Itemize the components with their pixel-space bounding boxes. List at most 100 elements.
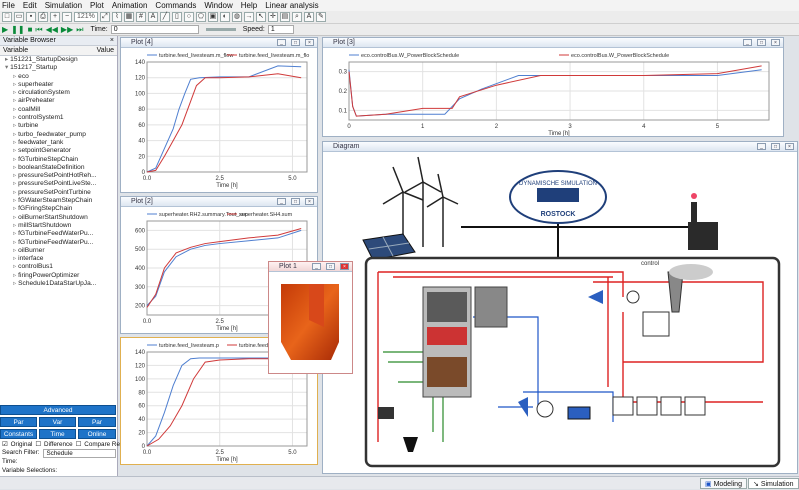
tree-item[interactable]: ▹ oilBurnerStartShutdown <box>0 214 117 222</box>
menu-item[interactable]: Linear analysis <box>265 1 318 10</box>
diagram-window[interactable]: Diagram _ □ × DYNAMISCHE SIMULATION ROSTOC… <box>322 141 798 474</box>
tree-item[interactable]: ▹ pressureSetPointTurbine <box>0 189 117 197</box>
tree-item[interactable]: ▹ controlSystem1 <box>0 114 117 122</box>
compare-checkbox[interactable]: ☐ <box>76 441 82 448</box>
tree-item[interactable]: ▹ Schedule1DataStarUpJa... <box>0 280 117 288</box>
tree-item[interactable]: ▹ fGTurbineStepChain <box>0 156 117 164</box>
line-icon[interactable]: ╱ <box>159 12 170 22</box>
tree-item[interactable]: ▹ millStartShutdown <box>0 222 117 230</box>
menu-item[interactable]: Simulation <box>45 1 82 10</box>
close-icon[interactable]: × <box>110 36 114 45</box>
open-icon[interactable]: ▭ <box>14 12 24 22</box>
tree-item[interactable]: ▹ interface <box>0 255 117 263</box>
play-icon[interactable]: ▶ <box>2 25 8 34</box>
fill-icon[interactable]: ◍ <box>231 12 242 22</box>
minimize-icon[interactable]: _ <box>277 39 286 46</box>
plot-icon[interactable]: ⌇ <box>111 12 122 22</box>
column-value[interactable]: Value <box>97 46 114 55</box>
generator-icon[interactable] <box>626 290 640 304</box>
grid-icon[interactable]: # <box>135 12 146 22</box>
stop-icon[interactable]: ■ <box>28 25 33 34</box>
save-icon[interactable]: ▪ <box>26 12 36 22</box>
new-icon[interactable]: □ <box>2 12 12 22</box>
tree-item[interactable]: ▾ 151217_Startup <box>0 64 117 72</box>
menu-item[interactable]: Plot <box>90 1 104 10</box>
pause-icon[interactable]: ❚❚ <box>11 25 24 34</box>
difference-checkbox[interactable]: ☐ <box>35 441 41 448</box>
tree-item[interactable]: ▹ circulationSystem <box>0 89 117 97</box>
tree-item[interactable]: ▹ fGFiringStepChain <box>0 205 117 213</box>
minimize-icon[interactable]: _ <box>757 143 766 150</box>
plot3-window[interactable]: Plot [3] _ □ × eco.controlBus.W_PowerBlock… <box>322 37 784 137</box>
layout-icon[interactable]: ▤ <box>279 12 290 22</box>
tree-item[interactable]: ▹ oilBurner <box>0 247 117 255</box>
time-varying-button[interactable]: Time varying <box>39 429 76 448</box>
step-forward-icon[interactable]: ▶▶ <box>61 25 73 34</box>
speed-field[interactable]: 1 <box>267 25 294 34</box>
arrow-icon[interactable]: → <box>243 12 254 22</box>
filter-button-1[interactable]: Par <box>0 417 37 427</box>
maximize-icon[interactable]: □ <box>291 39 300 46</box>
tree-item[interactable]: ▹ fGWaterSteamStepChain <box>0 197 117 205</box>
filter-button-2[interactable]: Var <box>39 417 76 427</box>
maximize-icon[interactable]: □ <box>291 198 300 205</box>
tree-item[interactable]: ▹ turbine <box>0 122 117 130</box>
pen-icon[interactable]: ✎ <box>315 12 326 22</box>
time-slider[interactable] <box>205 28 236 31</box>
close-icon[interactable]: × <box>340 263 349 270</box>
tree-item[interactable]: ▹ superheater <box>0 81 117 89</box>
menu-item[interactable]: Edit <box>23 1 37 10</box>
tree-item[interactable]: ▹ booleanStateDefinition <box>0 164 117 172</box>
menu-item[interactable]: Commands <box>155 1 196 10</box>
tree-item[interactable]: ▹ turbo_feedwater_pump <box>0 131 117 139</box>
polygon-icon[interactable]: ⬠ <box>195 12 206 22</box>
ellipse-icon[interactable]: ○ <box>183 12 194 22</box>
table-icon[interactable]: ▦ <box>123 12 134 22</box>
close-icon[interactable]: × <box>305 39 314 46</box>
maximize-icon[interactable]: □ <box>771 143 780 150</box>
tree-item[interactable]: ▸ 151221_StartupDesign <box>0 56 117 64</box>
tree-item[interactable]: ▹ feedwater_tank <box>0 139 117 147</box>
original-checkbox[interactable]: ☑ <box>2 441 8 448</box>
tree-item[interactable]: ▹ setpointGenerator <box>0 147 117 155</box>
time-field[interactable]: 0 <box>110 25 199 34</box>
tree-item[interactable]: ▹ pressureSetPointHotReh... <box>0 172 117 180</box>
boiler-animation[interactable] <box>269 272 352 373</box>
close-icon[interactable]: × <box>771 39 780 46</box>
pump-icon[interactable] <box>536 400 554 418</box>
feedwater-tank[interactable] <box>567 406 591 420</box>
constants-button[interactable]: Constants <box>0 429 37 439</box>
tree-item[interactable]: ▹ pressureSetPointLiveSte... <box>0 180 117 188</box>
close-icon[interactable]: × <box>305 198 314 205</box>
forward-icon[interactable]: ⏭ <box>76 25 83 35</box>
advanced-button[interactable]: Advanced <box>0 405 116 415</box>
tree-item[interactable]: ▹ firingPowerOptimizer <box>0 272 117 280</box>
menu-item[interactable]: Help <box>241 1 257 10</box>
rewind-icon[interactable]: ⏮ <box>35 25 42 35</box>
plot4-chart[interactable]: turbine.feed_livesteam.m_flow turbine.fee… <box>121 48 317 192</box>
minimize-icon[interactable]: _ <box>277 198 286 205</box>
tree-item[interactable]: ▹ airPreheater <box>0 97 117 105</box>
menu-item[interactable]: Animation <box>112 1 148 10</box>
search-filter-input[interactable]: Schedule <box>43 449 116 458</box>
cursor-icon[interactable]: ↖ <box>255 12 266 22</box>
plot3-chart[interactable]: eco.controlBus.W_PowerBlockSchedule eco.c… <box>323 48 783 137</box>
tree-item[interactable]: ▹ coalMill <box>0 106 117 114</box>
font-icon[interactable]: A <box>303 12 314 22</box>
simulation-tab[interactable]: ↘ Simulation <box>748 478 799 489</box>
plot1-window[interactable]: Plot 1 _ □ × <box>268 261 353 374</box>
zoom-icon[interactable]: ⌕ <box>291 12 302 22</box>
image-icon[interactable]: ▣ <box>207 12 218 22</box>
crosshair-icon[interactable]: ✛ <box>267 12 278 22</box>
power-plant-diagram[interactable]: DYNAMISCHE SIMULATION ROSTOCK control <box>323 152 797 473</box>
eco-block[interactable] <box>474 286 508 328</box>
zoom-select[interactable]: 121% <box>74 12 98 22</box>
plot4-window[interactable]: Plot [4] _ □ × turbine.feed_livesteam.m_fl… <box>120 37 318 193</box>
rect-icon[interactable]: ▯ <box>171 12 182 22</box>
online-button[interactable]: Online <box>78 429 116 439</box>
modeling-tab[interactable]: ▣ Modeling <box>700 478 747 489</box>
text-icon[interactable]: A <box>147 12 158 22</box>
minimize-icon[interactable]: _ <box>312 263 321 270</box>
tree-item[interactable]: ▹ eco <box>0 73 117 81</box>
zoom-in-icon[interactable]: + <box>50 12 60 22</box>
